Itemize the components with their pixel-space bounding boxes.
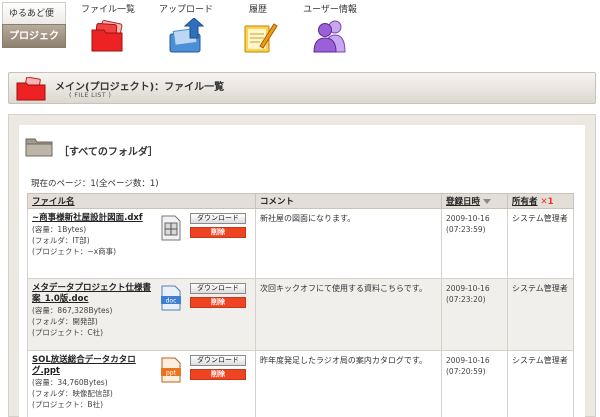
user-info-icon	[313, 20, 346, 53]
tab-project[interactable]: プロジェクト	[2, 24, 66, 66]
col-comment: コメント	[255, 193, 442, 209]
nav-user-info-label: ユーザー情報	[303, 5, 357, 15]
svg-text:doc: doc	[166, 298, 177, 305]
nav-file-list-label: ファイル一覧	[80, 5, 135, 15]
page-header: メイン(プロジェクト)：ファイル一覧 ( FILE LIST )	[8, 72, 596, 104]
page-subtitle: ( FILE LIST )	[69, 91, 112, 99]
current-page-info: 現在のページ：1(全ページ数：1)	[31, 179, 159, 189]
time-value: (07:23:59)	[446, 225, 486, 234]
download-button[interactable]: ダウンロード	[190, 355, 246, 366]
download-button[interactable]: ダウンロード	[190, 213, 246, 224]
file-list-icon	[91, 20, 123, 52]
col-date[interactable]: 登録日時	[441, 193, 508, 209]
nav-user-info[interactable]: ユーザー情報	[294, 4, 366, 54]
upload-icon	[169, 18, 205, 53]
table-row: ~商事様新社屋設計図面.dxf (容量：1Bytes) (フォルダ：IT部) (…	[27, 208, 574, 279]
delete-button[interactable]: 削除	[190, 369, 246, 380]
panel-content: ［すべてのフォルダ］ 現在のページ：1(全ページ数：1) ファイル名 コメント …	[19, 125, 585, 417]
download-button[interactable]: ダウンロード	[190, 283, 246, 294]
nav-history[interactable]: 履歴	[222, 4, 294, 54]
date-cell: 2009-10-16 (07:20:59)	[441, 350, 508, 417]
comment-cell: 昨年度発足したラジオ局の案内カタログです。	[255, 350, 442, 417]
doc-file-icon: doc	[161, 285, 181, 311]
file-link[interactable]: メタデータプロジェクト仕様書案_1.0版.doc	[32, 283, 158, 305]
file-size: (容量：34,760Bytes)	[32, 378, 108, 387]
filename-cell: メタデータプロジェクト仕様書案_1.0版.doc (容量：867,328Byte…	[27, 278, 256, 351]
table-header-row: ファイル名 コメント 登録日時 所有者 ✕1	[27, 193, 574, 209]
nav-upload[interactable]: アップロード	[150, 4, 222, 54]
table-row: メタデータプロジェクト仕様書案_1.0版.doc (容量：867,328Byte…	[27, 278, 574, 351]
time-value: (07:23:20)	[446, 295, 486, 304]
folder-name: ［すべてのフォルダ］	[59, 147, 158, 158]
file-project: (プロジェクト：B社)	[32, 400, 103, 409]
time-value: (07:20:59)	[446, 367, 486, 376]
comment-cell: 次回キックオフにて使用する資料こちらです。	[255, 278, 442, 351]
file-link[interactable]: SOL放送総合データカタログ.ppt	[32, 355, 158, 377]
owner-filter-mark[interactable]: ✕1	[540, 197, 553, 207]
file-folder: (フォルダ：映像配信部)	[32, 389, 113, 398]
owner-cell: システム管理者	[507, 350, 574, 417]
delete-button[interactable]: 削除	[190, 297, 246, 308]
date-value: 2009-10-16	[446, 356, 490, 365]
main-panel: ［すべてのフォルダ］ 現在のページ：1(全ページ数：1) ファイル名 コメント …	[8, 114, 596, 417]
folder-icon	[25, 138, 53, 157]
brand-tabs: ゆるあど便 プロジェクト	[2, 2, 66, 66]
col-filename[interactable]: ファイル名	[27, 193, 256, 209]
date-cell: 2009-10-16 (07:23:59)	[441, 208, 508, 279]
nav-history-label: 履歴	[248, 5, 267, 15]
date-value: 2009-10-16	[446, 214, 490, 223]
file-list-icon	[16, 77, 46, 101]
file-table: ファイル名 コメント 登録日時 所有者 ✕1 ~商事様新社屋設計図面.dxf (…	[27, 193, 574, 417]
owner-cell: システム管理者	[507, 208, 574, 279]
dxf-file-icon	[161, 215, 181, 241]
table-row: SOL放送総合データカタログ.ppt (容量：34,760Bytes) (フォル…	[27, 350, 574, 417]
file-link[interactable]: ~商事様新社屋設計図面.dxf	[32, 213, 158, 224]
owner-cell: システム管理者	[507, 278, 574, 351]
date-value: 2009-10-16	[446, 284, 490, 293]
file-size: (容量：1Bytes)	[32, 225, 87, 234]
svg-text:ppt: ppt	[166, 370, 177, 377]
brand-link[interactable]: ゆるあど便	[2, 2, 66, 24]
filename-cell: SOL放送総合データカタログ.ppt (容量：34,760Bytes) (フォル…	[27, 350, 256, 417]
nav-upload-label: アップロード	[158, 5, 213, 15]
comment-cell: 新社屋の図面になります。	[255, 208, 442, 279]
history-icon	[244, 23, 278, 53]
nav-file-list[interactable]: ファイル一覧	[72, 4, 144, 54]
delete-button[interactable]: 削除	[190, 227, 246, 238]
file-project: (プロジェクト：C社)	[32, 328, 104, 337]
date-cell: 2009-10-16 (07:23:20)	[441, 278, 508, 351]
file-project: (プロジェクト：~x商事)	[32, 247, 117, 256]
filename-cell: ~商事様新社屋設計図面.dxf (容量：1Bytes) (フォルダ：IT部) (…	[27, 208, 256, 279]
file-folder: (フォルダ：IT部)	[32, 236, 90, 245]
file-folder: (フォルダ：開発部)	[32, 317, 98, 326]
sort-desc-icon[interactable]	[483, 199, 492, 204]
ppt-file-icon: ppt	[161, 357, 181, 383]
file-size: (容量：867,328Bytes)	[32, 306, 113, 315]
col-owner[interactable]: 所有者 ✕1	[507, 193, 574, 209]
